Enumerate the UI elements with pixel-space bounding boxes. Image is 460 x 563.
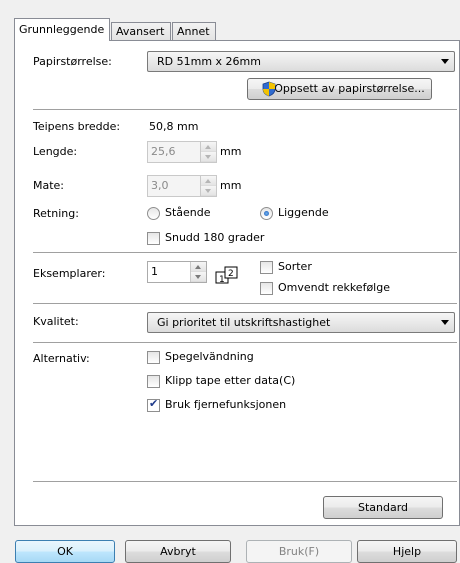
orientation-landscape-radio[interactable] xyxy=(260,207,273,220)
spin-up-icon[interactable] xyxy=(201,176,216,186)
ok-button[interactable]: OK xyxy=(15,540,115,563)
length-value: 25,6 xyxy=(151,145,176,158)
tape-width-value: 50,8 mm xyxy=(149,120,199,133)
copies-stepper[interactable]: 1 xyxy=(147,261,207,283)
feed-value: 3,0 xyxy=(151,179,169,192)
length-stepper[interactable]: 25,6 xyxy=(147,141,217,163)
mirror-checkbox[interactable] xyxy=(147,351,160,364)
spin-down-icon[interactable] xyxy=(191,272,206,282)
paper-size-select[interactable]: RD 51mm x 26mm xyxy=(147,51,455,72)
divider xyxy=(33,252,457,253)
svg-text:2: 2 xyxy=(228,269,234,279)
orientation-portrait-radio[interactable] xyxy=(147,207,160,220)
tape-width-label: Teipens bredde: xyxy=(33,120,121,133)
cut-after-data-label[interactable]: Klipp tape etter data(C) xyxy=(165,374,295,387)
quality-select[interactable]: Gi prioritet til utskriftshastighet xyxy=(147,312,455,333)
divider xyxy=(33,481,457,482)
remote-function-label[interactable]: Bruk fjernefunksjonen xyxy=(165,398,286,411)
apply-button[interactable]: Bruk(F) xyxy=(246,540,352,563)
help-button[interactable]: Hjelp xyxy=(357,540,457,563)
spin-up-icon[interactable] xyxy=(201,142,216,152)
divider xyxy=(33,109,457,110)
spin-down-icon[interactable] xyxy=(201,186,216,196)
chevron-down-icon xyxy=(441,59,449,64)
remote-function-checkbox[interactable] xyxy=(147,397,160,412)
paper-size-value: RD 51mm x 26mm xyxy=(157,55,261,68)
tab-grunnleggende[interactable]: Grunnleggende xyxy=(14,18,110,41)
collate-label[interactable]: Sorter xyxy=(278,260,312,273)
settings-panel: Papirstørrelse: RD 51mm x 26mm Oppsett a… xyxy=(14,40,460,526)
divider xyxy=(33,303,457,304)
feed-label: Mate: xyxy=(33,179,65,192)
uac-shield-icon xyxy=(262,81,276,97)
paper-size-label: Papirstørrelse: xyxy=(33,55,112,68)
paper-size-setup-button[interactable]: Oppsett av papirstørrelse... xyxy=(247,78,432,100)
copies-label: Eksemplarer: xyxy=(33,267,106,280)
reverse-order-label[interactable]: Omvendt rekkefølge xyxy=(278,281,390,294)
orientation-landscape-label[interactable]: Liggende xyxy=(278,206,329,219)
reverse-order-checkbox[interactable] xyxy=(260,282,273,295)
length-label: Lengde: xyxy=(33,145,78,158)
quality-label: Kvalitet: xyxy=(33,315,79,328)
orientation-portrait-label[interactable]: Stående xyxy=(165,206,211,219)
options-label: Alternativ: xyxy=(33,352,90,365)
cancel-button[interactable]: Avbryt xyxy=(125,540,231,563)
spin-down-icon[interactable] xyxy=(201,152,216,162)
rotate-180-checkbox[interactable] xyxy=(147,232,160,245)
copies-value: 1 xyxy=(151,265,158,278)
orientation-label: Retning: xyxy=(33,207,79,220)
collate-checkbox[interactable] xyxy=(260,261,273,274)
mirror-label[interactable]: Spegelvändning xyxy=(165,350,254,363)
rotate-180-label[interactable]: Snudd 180 grader xyxy=(165,231,264,244)
spin-up-icon[interactable] xyxy=(191,262,206,272)
length-unit: mm xyxy=(220,145,242,158)
standard-button[interactable]: Standard xyxy=(323,496,443,519)
cut-after-data-checkbox[interactable] xyxy=(147,375,160,388)
quality-value: Gi prioritet til utskriftshastighet xyxy=(157,316,331,329)
feed-unit: mm xyxy=(220,179,242,192)
paper-size-setup-label: Oppsett av papirstørrelse... xyxy=(274,82,425,95)
feed-stepper[interactable]: 3,0 xyxy=(147,175,217,197)
tab-annet[interactable]: Annet xyxy=(172,22,216,40)
divider xyxy=(33,342,457,343)
chevron-down-icon xyxy=(441,320,449,325)
collate-pages-icon: 1 2 xyxy=(215,266,238,284)
svg-text:1: 1 xyxy=(219,275,225,284)
tab-avansert[interactable]: Avansert xyxy=(111,22,171,40)
